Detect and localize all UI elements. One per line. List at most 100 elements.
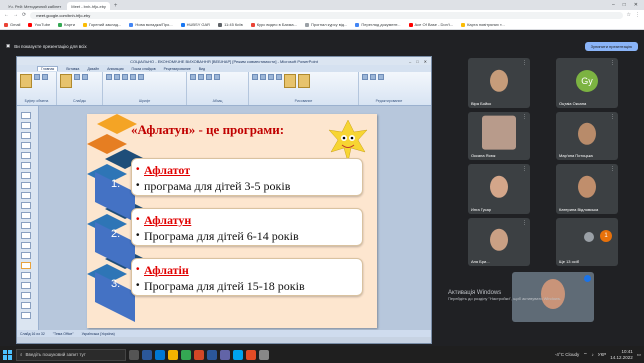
app-icon[interactable] [259,349,269,360]
new-slide-icon[interactable] [60,74,72,88]
replace-icon[interactable] [370,74,376,80]
current-slide[interactable]: «Афлатун» - це програми: 1. • Афлатот • … [87,114,377,328]
slide-thumbnail[interactable] [21,222,31,229]
bookmark-item[interactable]: Ace Of Base - Don't... [408,22,453,27]
more-options-icon[interactable]: ⋮ [610,166,615,172]
chrome-icon[interactable] [181,349,191,360]
bookmark-item[interactable]: Прогнал курсу від... [304,22,347,27]
forward-icon[interactable]: → [13,12,18,18]
explorer-icon[interactable] [142,349,152,360]
slide-thumbnail[interactable] [21,132,31,139]
close-icon[interactable]: ✕ [424,59,427,64]
slide-thumbnail[interactable] [21,152,31,159]
reload-icon[interactable]: ⟳ [22,12,26,18]
find-icon[interactable] [362,74,368,80]
bookmark-item[interactable]: Перегляд документ... [355,22,401,27]
network-icon[interactable]: ⌔ [583,352,587,358]
more-options-icon[interactable]: ⋮ [522,60,527,66]
bookmark-item[interactable]: Gmail [4,22,20,27]
more-options-icon[interactable]: ⋮ [522,166,527,172]
minimize-icon[interactable]: – [612,2,615,8]
slide-thumbnail[interactable] [21,252,31,259]
folder-icon[interactable] [168,349,178,360]
slide-thumbnail[interactable] [21,142,31,149]
bullets-icon[interactable] [190,74,196,80]
browser-tab-2[interactable]: Meet - bnh-hfjo-eby [67,2,110,10]
slide-thumbnail[interactable] [21,312,31,319]
participant-tile[interactable]: ⋮ Мар'яна Потоцька [556,112,618,160]
slide-thumbnail[interactable] [21,122,31,129]
close-icon[interactable]: ✕ [634,2,638,8]
powerpoint-icon[interactable] [194,349,204,360]
slide-thumbnail[interactable] [21,172,31,179]
more-options-icon[interactable]: ⋮ [522,220,527,226]
font-color-icon[interactable] [138,74,144,80]
bookmark-item[interactable]: YouTube [28,22,50,27]
bold-icon[interactable] [106,74,112,80]
reset-icon[interactable] [82,74,88,80]
volume-icon[interactable]: ♪ [591,352,593,357]
maximize-icon[interactable]: □ [623,2,626,8]
weather-text[interactable]: -4°C Cloudy [555,352,579,357]
ppt-tab-design[interactable]: Дизайн [87,67,99,71]
taskbar-search-input[interactable]: ⌕ Введіть пошуковий запит тут [16,348,126,361]
ppt-tab-home[interactable]: Главная [37,66,59,71]
browser-tab-1[interactable]: Уч. Рей: Методичний кабінет [4,2,65,10]
word-icon[interactable] [207,349,217,360]
slide-thumbnail[interactable] [21,302,31,309]
italic-icon[interactable] [114,74,120,80]
ppt-tab-insert[interactable]: Вставка [66,67,79,71]
participant-tile[interactable]: ⋮ Инга Гусар [468,164,530,214]
slide-thumbnail[interactable] [21,162,31,169]
slide-thumbnail[interactable] [21,182,31,189]
clock[interactable]: 10:41 14.12.2022 [610,349,633,359]
star-icon[interactable]: ☆ [627,12,631,18]
participant-tile[interactable]: Gy ⋮ Оцтаіа Оксана [556,58,618,108]
quick-styles-icon[interactable] [298,74,310,88]
app-icon[interactable] [220,349,230,360]
bookmark-item[interactable]: Курс видео в Бахма... [250,22,297,27]
bookmark-item[interactable]: Карта повітряних т... [461,22,505,27]
maximize-icon[interactable]: □ [416,59,418,64]
slide-thumbnail[interactable] [21,292,31,299]
app-icon[interactable] [246,349,256,360]
slide-thumbnail-active[interactable] [21,262,31,269]
slide-thumbnail[interactable] [21,212,31,219]
participant-tile[interactable]: ⋮ Катерина Відловська [556,164,618,214]
bookmark-item[interactable]: Нова вкладка/Про... [129,22,173,27]
ppt-tab-review[interactable]: Рецензирование [164,67,191,71]
slide-thumbnail[interactable] [21,282,31,289]
select-icon[interactable] [378,74,384,80]
underline-icon[interactable] [122,74,128,80]
shape-icon[interactable] [260,74,266,80]
paste-icon[interactable] [20,74,32,88]
participant-tile[interactable]: ⋮ Оксана Ясюк [468,112,530,160]
new-tab-icon[interactable]: + [114,2,118,10]
shape-icon[interactable] [268,74,274,80]
slide-thumbnail[interactable] [21,242,31,249]
cut-icon[interactable] [34,74,40,80]
bookmark-item[interactable]: Карти [58,22,75,27]
more-options-icon[interactable]: ⋮ [610,60,615,66]
shape-icon[interactable] [252,74,258,80]
bookmark-item[interactable]: HUBSY GAR [180,22,210,27]
more-participants-tile[interactable]: 1 Ще 13 осіб [556,218,618,266]
strike-icon[interactable] [130,74,136,80]
slide-thumbnail[interactable] [21,202,31,209]
stop-presenting-button[interactable]: Зупинити презентацію [584,41,638,51]
language-indicator[interactable]: УКР [598,352,606,357]
ppt-tab-view[interactable]: Вид [199,67,205,71]
menu-icon[interactable]: ⋮ [635,12,640,18]
ppt-tab-slideshow[interactable]: Показ слайдов [132,67,156,71]
copy-icon[interactable] [42,74,48,80]
url-field[interactable]: meet.google.com/bnh-hfjo-eby [30,11,623,19]
task-view-icon[interactable] [129,349,139,360]
slide-thumbnail[interactable] [21,112,31,119]
align-left-icon[interactable] [206,74,212,80]
minimize-icon[interactable]: – [409,59,411,64]
numbering-icon[interactable] [198,74,204,80]
arrange-icon[interactable] [284,74,296,88]
bookmark-item[interactable]: 11:45 Київ [218,22,243,27]
app-icon[interactable] [233,349,243,360]
participant-tile[interactable]: ⋮ Аня Бри... [468,218,530,266]
